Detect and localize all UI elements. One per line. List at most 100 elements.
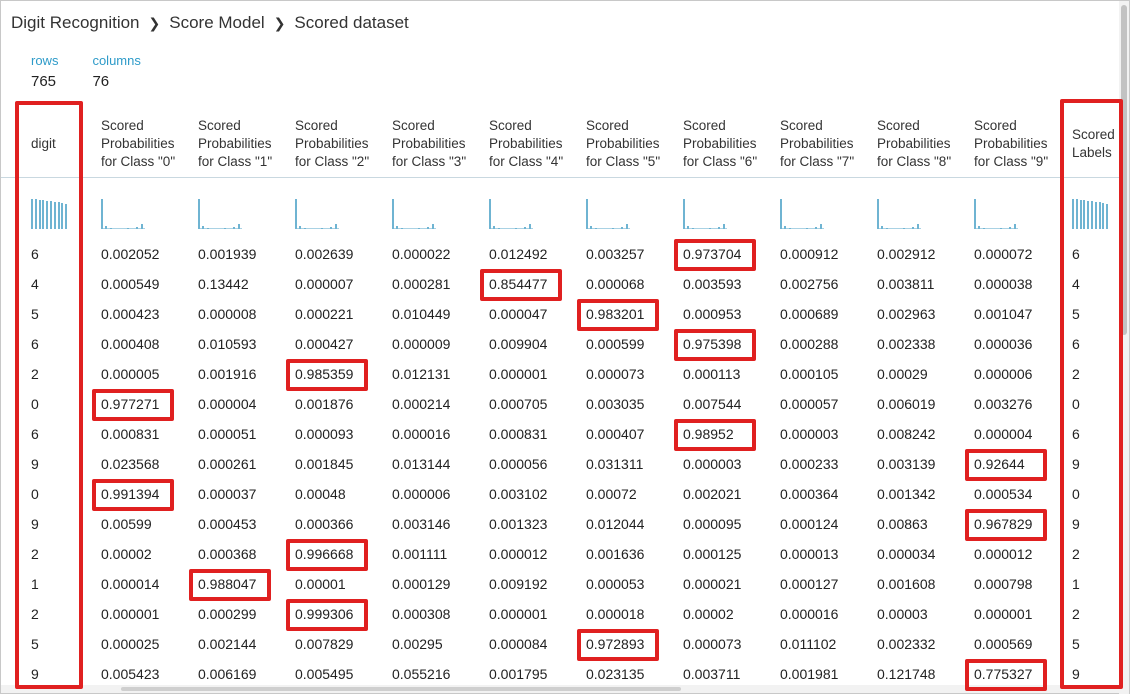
- probability-cell[interactable]: 0.013144: [392, 456, 450, 472]
- column-header-class-3[interactable]: Scored Probabilities for Class "3": [392, 117, 476, 171]
- probability-cell[interactable]: 0.000006: [392, 486, 450, 502]
- column-histogram[interactable]: [877, 197, 921, 229]
- probability-cell[interactable]: 0.010593: [198, 336, 256, 352]
- probability-cell[interactable]: 0.006019: [877, 396, 935, 412]
- scored-label-cell[interactable]: 0: [1072, 396, 1080, 412]
- probability-cell[interactable]: 0.023568: [101, 456, 159, 472]
- scored-label-cell[interactable]: 5: [1072, 636, 1080, 652]
- column-header-digit[interactable]: digit: [31, 135, 56, 153]
- probability-cell[interactable]: 0.001342: [877, 486, 935, 502]
- probability-cell[interactable]: 0.000003: [683, 456, 741, 472]
- probability-cell[interactable]: 0.000047: [489, 306, 547, 322]
- column-histogram[interactable]: [683, 197, 727, 229]
- probability-cell[interactable]: 0.000016: [780, 606, 838, 622]
- probability-cell[interactable]: 0.003035: [586, 396, 644, 412]
- probability-cell[interactable]: 0.00002: [101, 546, 152, 562]
- probability-cell[interactable]: 0.000288: [780, 336, 838, 352]
- probability-cell[interactable]: 0.000308: [392, 606, 450, 622]
- probability-cell[interactable]: 0.000018: [586, 606, 644, 622]
- probability-cell[interactable]: 0.002756: [780, 276, 838, 292]
- probability-cell[interactable]: 0.00863: [877, 516, 928, 532]
- column-histogram[interactable]: [1072, 197, 1114, 229]
- probability-cell[interactable]: 0.008242: [877, 426, 935, 442]
- probability-cell[interactable]: 0.001981: [780, 666, 838, 682]
- probability-cell[interactable]: 0.000001: [974, 606, 1032, 622]
- probability-cell[interactable]: 0.000124: [780, 516, 838, 532]
- probability-cell[interactable]: 0.000073: [683, 636, 741, 652]
- column-histogram[interactable]: [780, 197, 824, 229]
- column-histogram[interactable]: [974, 197, 1018, 229]
- probability-cell[interactable]: 0.002912: [877, 246, 935, 262]
- column-header-class-0[interactable]: Scored Probabilities for Class "0": [101, 117, 185, 171]
- probability-cell[interactable]: 0.000534: [974, 486, 1032, 502]
- digit-cell[interactable]: 0: [31, 486, 39, 502]
- scored-label-cell[interactable]: 9: [1072, 456, 1080, 472]
- probability-cell[interactable]: 0.000037: [198, 486, 256, 502]
- digit-cell[interactable]: 9: [31, 666, 39, 682]
- probability-cell[interactable]: 0.003276: [974, 396, 1032, 412]
- probability-cell[interactable]: 0.001845: [295, 456, 353, 472]
- probability-cell[interactable]: 0.000125: [683, 546, 741, 562]
- scored-label-cell[interactable]: 4: [1072, 276, 1080, 292]
- probability-cell[interactable]: 0.000001: [489, 606, 547, 622]
- scored-label-cell[interactable]: 6: [1072, 336, 1080, 352]
- probability-cell[interactable]: 0.001323: [489, 516, 547, 532]
- probability-cell[interactable]: 0.002144: [198, 636, 256, 652]
- probability-cell[interactable]: 0.012131: [392, 366, 450, 382]
- scored-label-cell[interactable]: 5: [1072, 306, 1080, 322]
- probability-cell[interactable]: 0.000034: [877, 546, 935, 562]
- probability-cell[interactable]: 0.003257: [586, 246, 644, 262]
- probability-cell[interactable]: 0.003139: [877, 456, 935, 472]
- probability-cell[interactable]: 0.000214: [392, 396, 450, 412]
- column-header-class-9[interactable]: Scored Probabilities for Class "9": [974, 117, 1058, 171]
- probability-cell[interactable]: 0.023135: [586, 666, 644, 682]
- probability-cell[interactable]: 0.000261: [198, 456, 256, 472]
- column-histogram[interactable]: [489, 197, 533, 229]
- probability-cell[interactable]: 0.009904: [489, 336, 547, 352]
- scored-label-cell[interactable]: 9: [1072, 516, 1080, 532]
- breadcrumb-item-experiment[interactable]: Digit Recognition: [11, 13, 140, 33]
- probability-cell[interactable]: 0.000427: [295, 336, 353, 352]
- probability-cell[interactable]: 0.012492: [489, 246, 547, 262]
- probability-cell[interactable]: 0.000689: [780, 306, 838, 322]
- probability-cell[interactable]: 0.000366: [295, 516, 353, 532]
- probability-cell[interactable]: 0.000423: [101, 306, 159, 322]
- probability-cell[interactable]: 0.000113: [683, 366, 740, 382]
- probability-cell[interactable]: 0.002639: [295, 246, 353, 262]
- probability-cell[interactable]: 0.002332: [877, 636, 935, 652]
- probability-cell[interactable]: 0.000012: [489, 546, 547, 562]
- probability-cell[interactable]: 0.009192: [489, 576, 547, 592]
- probability-cell[interactable]: 0.001047: [974, 306, 1032, 322]
- digit-cell[interactable]: 6: [31, 246, 39, 262]
- scored-label-cell[interactable]: 1: [1072, 576, 1080, 592]
- probability-cell[interactable]: 0.000053: [586, 576, 644, 592]
- probability-cell[interactable]: 0.005495: [295, 666, 353, 682]
- probability-cell[interactable]: 0.000025: [101, 636, 159, 652]
- probability-cell[interactable]: 0.000105: [780, 366, 838, 382]
- digit-cell[interactable]: 5: [31, 636, 39, 652]
- probability-cell[interactable]: 0.000953: [683, 306, 741, 322]
- column-histogram[interactable]: [586, 197, 630, 229]
- probability-cell[interactable]: 0.000057: [780, 396, 838, 412]
- probability-cell[interactable]: 0.000001: [101, 606, 159, 622]
- probability-cell[interactable]: 0.000007: [295, 276, 353, 292]
- probability-cell[interactable]: 0.011102: [780, 636, 836, 652]
- probability-cell[interactable]: 0.005423: [101, 666, 159, 682]
- probability-cell[interactable]: 0.000299: [198, 606, 256, 622]
- probability-cell[interactable]: 0.002963: [877, 306, 935, 322]
- probability-cell[interactable]: 0.003146: [392, 516, 450, 532]
- probability-cell[interactable]: 0.000095: [683, 516, 741, 532]
- column-header-class-5[interactable]: Scored Probabilities for Class "5": [586, 117, 670, 171]
- probability-cell[interactable]: 0.00001: [295, 576, 346, 592]
- probability-cell[interactable]: 0.000038: [974, 276, 1032, 292]
- probability-cell[interactable]: 0.000127: [780, 576, 838, 592]
- column-header-scored-labels[interactable]: Scored Labels: [1072, 126, 1120, 162]
- scored-label-cell[interactable]: 9: [1072, 666, 1080, 682]
- probability-cell[interactable]: 0.000221: [295, 306, 353, 322]
- probability-cell[interactable]: 0.000009: [392, 336, 450, 352]
- digit-cell[interactable]: 6: [31, 426, 39, 442]
- probability-cell[interactable]: 0.000022: [392, 246, 450, 262]
- digit-cell[interactable]: 5: [31, 306, 39, 322]
- probability-cell[interactable]: 0.001876: [295, 396, 353, 412]
- column-histogram[interactable]: [101, 197, 145, 229]
